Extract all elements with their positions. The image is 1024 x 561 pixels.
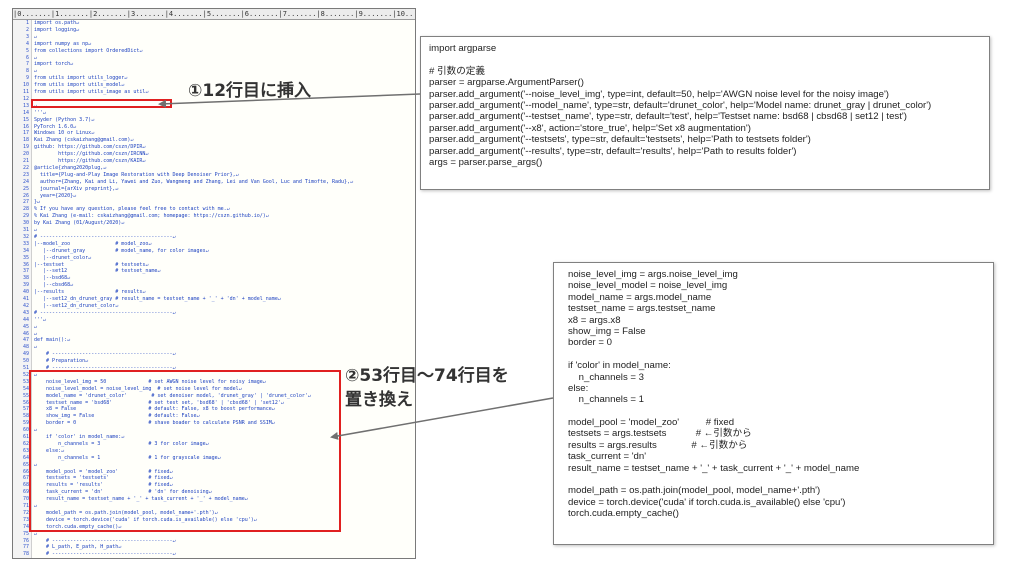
insert-callout-label: ①12行目に挿入 [188,81,312,101]
snippet-line [568,406,979,417]
code-text: # --------------------------------------… [34,551,176,558]
code-line: 79 ↵ [13,558,415,559]
snippet-line: noise_level_model = noise_level_img [568,280,728,292]
argparse-snippet-panel: import argparse # 引数の定義 parser = argparse.… [420,36,990,190]
snippet-line: torch.cuda.empty_cache() [568,508,679,520]
snippet-line: x8 = args.x8 [568,314,621,326]
insert-position-highlight [31,99,172,108]
snippet-line: noise_level_img = args.noise_level_img [568,269,738,280]
snippet-line [568,349,979,360]
snippet-line: parser.add_argument('--testsets', type=s… [429,134,811,146]
snippet-line: import argparse [429,43,497,54]
snippet-line [429,54,981,65]
snippet-line: border = 0 [568,337,613,349]
replace-callout-label-line2: 置き換え [345,390,413,410]
snippet-line: model_pool = 'model_zoo' # fixed [568,417,735,429]
snippet-line: parser.add_argument('--results', type=st… [429,145,797,157]
snippet-line: testset_name = args.testset_name [568,303,716,315]
code-text: ↵ [34,558,37,559]
snippet-line: args = parser.parse_args() [429,156,543,168]
snippet-line: parser.add_argument('--testset_name', ty… [429,111,907,123]
snippet-line: model_name = args.model_name [568,291,712,303]
column-ruler: |0.......|1.......|2.......|3.......|4..… [13,9,415,20]
snippet-line: task_current = 'dn' [568,451,647,463]
line-number: 79 [13,558,29,559]
snippet-line: parser.add_argument('--x8', action='stor… [429,122,751,134]
snippet-line: device = torch.device('cuda' if torch.cu… [568,496,846,508]
snippet-line: parser = argparse.ArgumentParser() [429,77,584,89]
snippet-line: results = args.results # ←引数から [568,439,748,451]
snippet-line: show_img = False [568,325,646,337]
snippet-line: if 'color' in model_name: [568,360,671,372]
code-line: 78 # -----------------------------------… [13,551,415,558]
replacement-snippet-panel: noise_level_img = args.noise_level_img no… [553,262,994,545]
snippet-line: else: [568,382,589,394]
snippet-line: parser.add_argument('--model_name', type… [429,99,932,111]
snippet-line: parser.add_argument('--noise_level_img',… [429,88,889,100]
snippet-line: # 引数の定義 [429,65,485,77]
snippet-line: n_channels = 1 [568,394,645,406]
replace-callout-label-line1: ②53行目～74行目を [345,366,509,386]
snippet-line [568,474,979,485]
snippet-line: testsets = args.testsets # ←引数から [568,428,752,440]
line-number: 78 [22,551,29,558]
snippet-line: n_channels = 3 [568,371,645,383]
replace-range-highlight [29,370,341,532]
snippet-line: result_name = testset_name + '_' + task_… [568,462,860,474]
snippet-line: model_path = os.path.join(model_pool, mo… [568,485,821,497]
